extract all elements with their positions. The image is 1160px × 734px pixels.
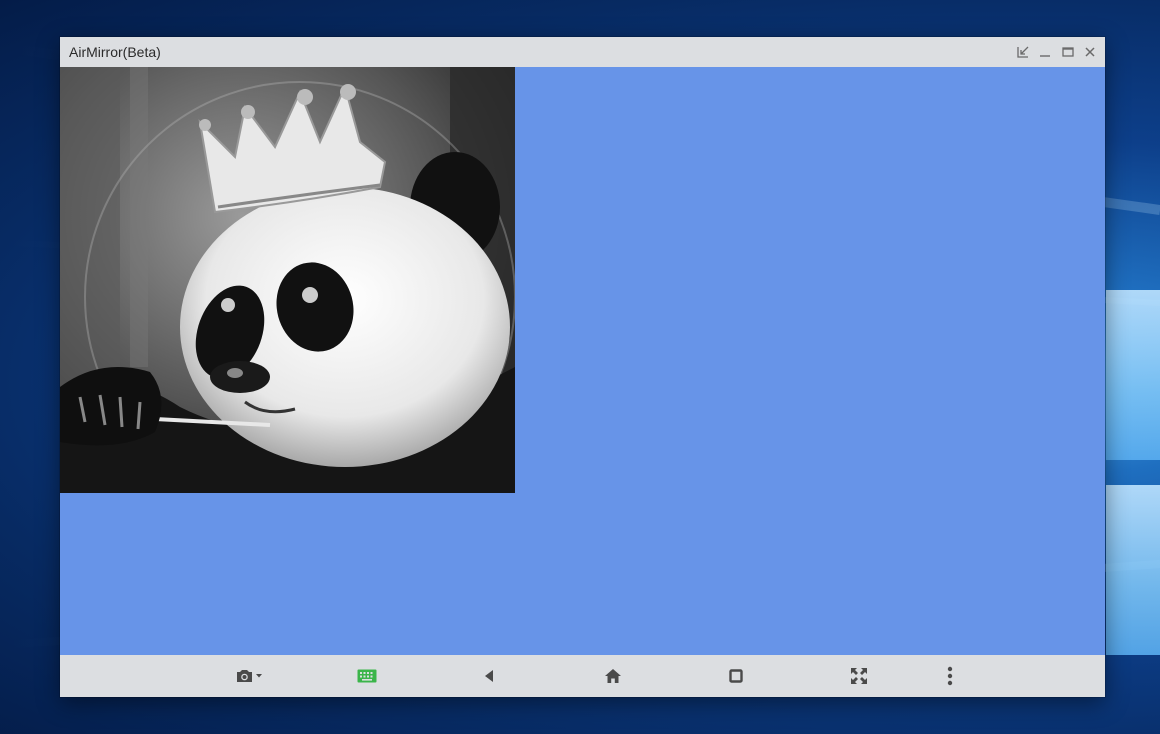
phone-screen[interactable] bbox=[60, 67, 1105, 655]
airmirror-window: AirMirror(Beta) bbox=[60, 37, 1105, 697]
close-button[interactable] bbox=[1080, 42, 1100, 62]
title-bar[interactable]: AirMirror(Beta) bbox=[60, 37, 1105, 67]
home-icon bbox=[605, 669, 621, 683]
pop-out-icon bbox=[1017, 46, 1029, 58]
recent-apps-button[interactable] bbox=[718, 664, 754, 688]
more-vertical-icon bbox=[947, 666, 953, 686]
maximize-button[interactable] bbox=[1058, 42, 1078, 62]
keyboard-icon bbox=[357, 669, 377, 683]
bottom-toolbar bbox=[60, 655, 1105, 697]
wallpaper-window-pane bbox=[1106, 290, 1160, 460]
minimize-icon bbox=[1040, 55, 1050, 57]
fullscreen-button[interactable] bbox=[841, 664, 877, 688]
window-title: AirMirror(Beta) bbox=[69, 44, 161, 60]
wallpaper-window-pane bbox=[1106, 485, 1160, 655]
screenshot-button[interactable] bbox=[230, 664, 270, 688]
back-button[interactable] bbox=[471, 664, 507, 688]
panda-image bbox=[60, 67, 515, 493]
keyboard-button[interactable] bbox=[349, 664, 385, 688]
close-icon bbox=[1085, 47, 1095, 57]
maximize-icon bbox=[1062, 47, 1074, 57]
back-icon bbox=[485, 670, 493, 682]
fullscreen-icon bbox=[851, 668, 867, 684]
panda-photo bbox=[60, 67, 515, 493]
pop-out-button[interactable] bbox=[1013, 42, 1033, 62]
more-options-button[interactable] bbox=[932, 664, 968, 688]
recent-apps-icon bbox=[729, 669, 743, 683]
screenshot-icon bbox=[237, 670, 262, 682]
home-button[interactable] bbox=[595, 664, 631, 688]
minimize-button[interactable] bbox=[1035, 42, 1055, 62]
